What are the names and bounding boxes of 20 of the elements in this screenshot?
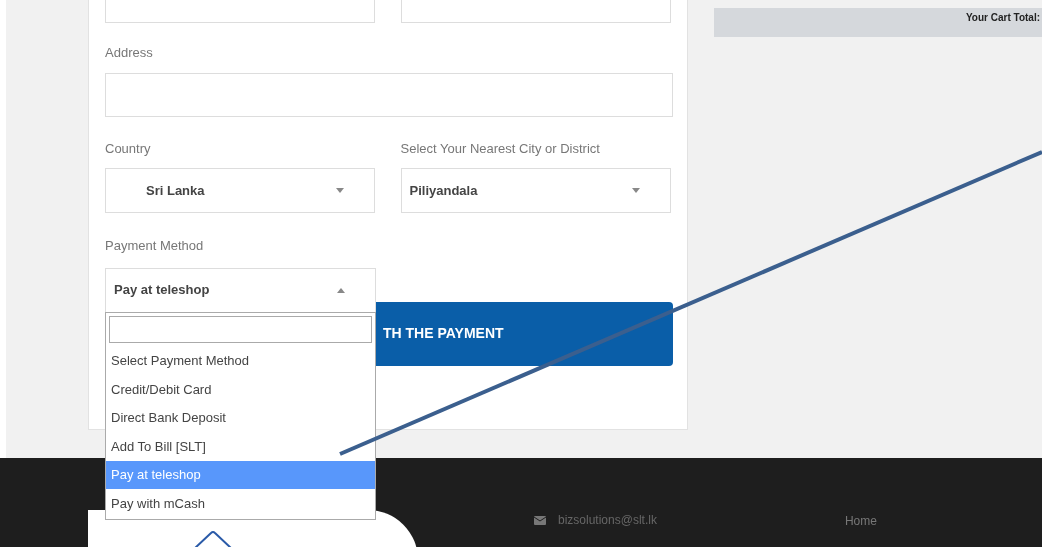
logo-icon bbox=[192, 530, 234, 547]
country-select[interactable]: Sri Lanka bbox=[105, 168, 375, 213]
field-label: Address bbox=[105, 44, 154, 62]
dropdown-option[interactable]: Add To Bill [SLT] bbox=[106, 432, 375, 461]
footer-link[interactable]: Home bbox=[844, 512, 877, 530]
address-field[interactable] bbox=[105, 72, 673, 117]
dropdown-option[interactable]: Pay with mCash bbox=[106, 489, 375, 518]
dropdown-option[interactable]: Credit/Debit Card bbox=[106, 375, 375, 404]
field-label: Select Your Nearest City or District bbox=[400, 139, 601, 158]
field-label: Payment Method bbox=[105, 237, 205, 255]
caret-icon bbox=[632, 188, 640, 193]
caret-icon bbox=[337, 287, 345, 293]
caret-icon bbox=[335, 188, 344, 193]
payment-select[interactable]: Pay at teleshop bbox=[105, 267, 376, 313]
cart-total-label: Your Cart Total: bbox=[965, 11, 1040, 25]
dropdown-option[interactable]: Direct Bank Deposit bbox=[106, 403, 375, 432]
mail-icon bbox=[534, 515, 546, 525]
city-select[interactable]: Piliyandala bbox=[400, 168, 671, 213]
search-field[interactable] bbox=[109, 315, 372, 343]
field-label: Country bbox=[105, 139, 152, 158]
